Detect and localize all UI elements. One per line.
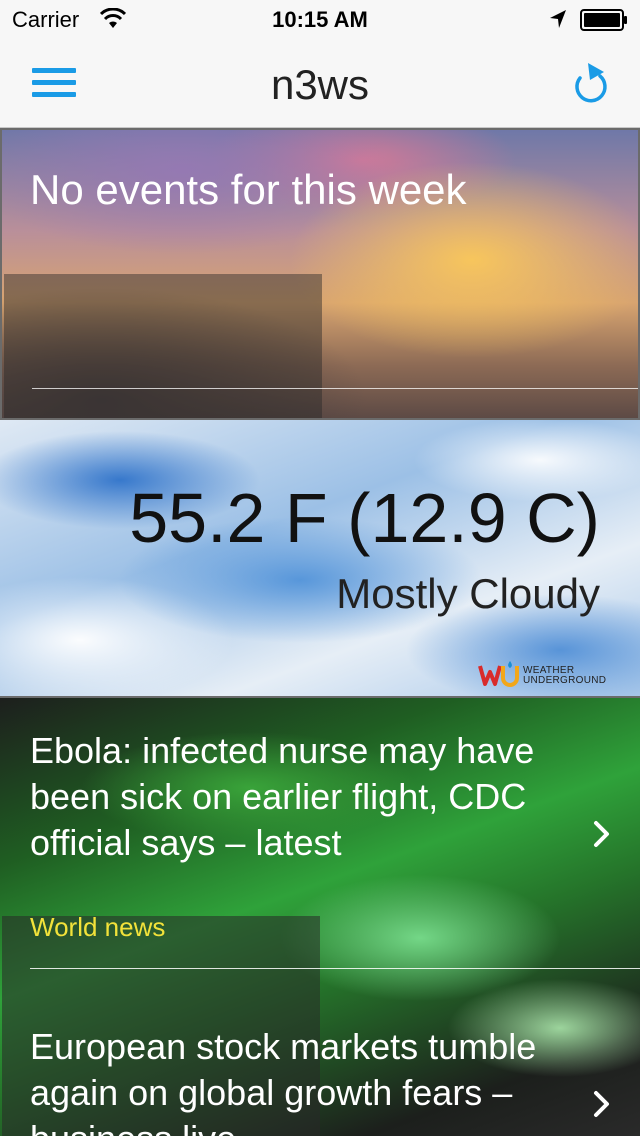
news-item-title[interactable]: European stock markets tumble again on g… [30,1024,550,1136]
weather-temperature: 55.2 F (12.9 C) [129,479,600,557]
battery-icon [580,9,627,31]
news-item-title[interactable]: Ebola: infected nurse may have been sick… [30,728,550,866]
chevron-right-icon[interactable] [592,820,612,848]
app-title: n3ws [270,61,370,108]
events-divider [32,388,638,389]
chevron-right-icon[interactable] [592,1090,612,1118]
news-card: Ebola: infected nurse may have been sick… [0,698,640,1136]
events-shade [4,274,322,418]
weather-condition: Mostly Cloudy [336,570,600,617]
weather-underground-logo: WEATHER UNDERGROUND [478,660,606,690]
wu-line-2: UNDERGROUND [523,675,607,686]
news-item-category: World news [30,912,166,942]
refresh-button[interactable] [568,60,612,106]
status-bar: Carrier 10:15 AM [0,0,640,40]
status-time: 10:15 AM [272,7,368,32]
news-divider [30,968,640,969]
top-bar: Carrier 10:15 AM n3ws [0,0,640,128]
weather-card[interactable]: 55.2 F (12.9 C) Mostly Cloudy WEATHER UN… [0,420,640,698]
navigation-bar: n3ws [0,40,640,128]
events-card[interactable]: No events for this week [0,128,640,420]
events-headline: No events for this week [30,166,467,213]
weather-underground-label: WEATHER UNDERGROUND [523,666,606,686]
location-arrow-icon [550,10,566,28]
weather-underground-icon [478,661,519,687]
